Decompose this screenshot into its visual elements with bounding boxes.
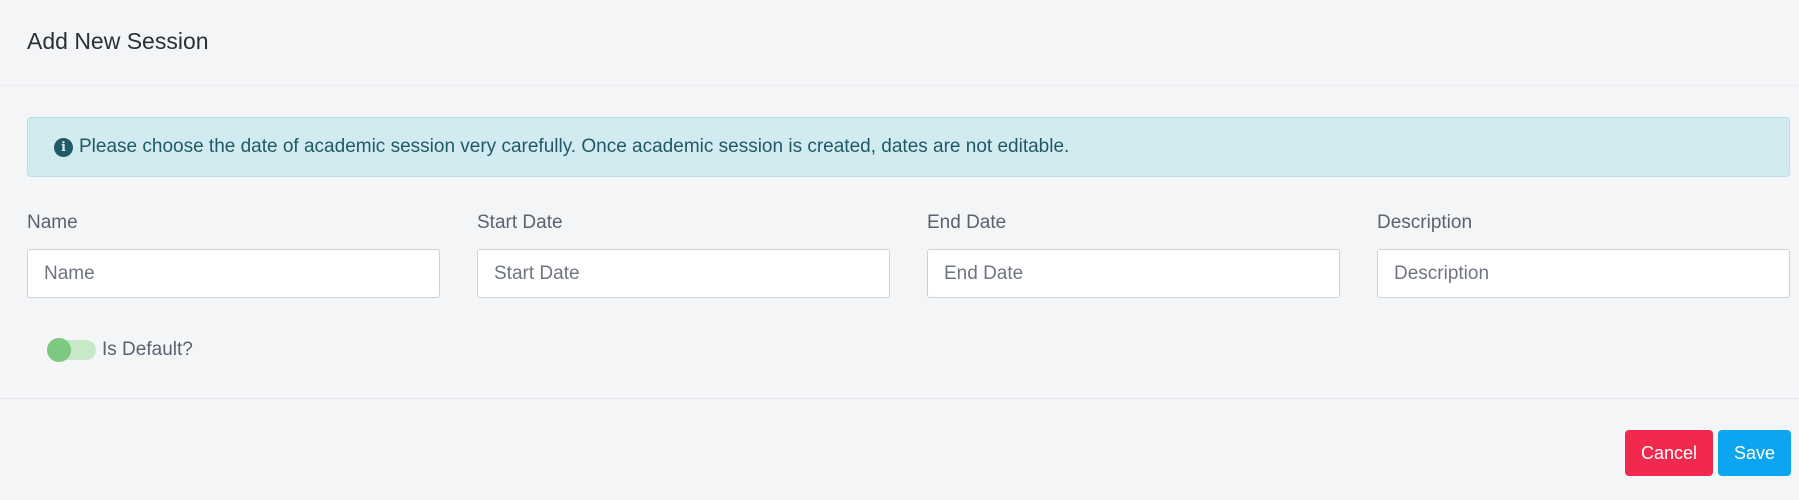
start-date-label: Start Date bbox=[477, 212, 563, 233]
cancel-button[interactable]: Cancel bbox=[1625, 430, 1713, 476]
name-field-group: Name bbox=[27, 212, 440, 298]
end-date-input[interactable] bbox=[927, 249, 1340, 298]
name-label: Name bbox=[27, 212, 78, 233]
page-title: Add New Session bbox=[27, 28, 209, 54]
end-date-label: End Date bbox=[927, 212, 1007, 233]
is-default-row: Is Default? bbox=[47, 335, 193, 365]
footer-divider bbox=[0, 398, 1799, 399]
modal-header: Add New Session bbox=[0, 0, 1799, 86]
save-button[interactable]: Save bbox=[1718, 430, 1791, 476]
description-field-group: Description bbox=[1377, 212, 1790, 298]
start-date-field-group: Start Date bbox=[477, 212, 890, 298]
is-default-toggle[interactable] bbox=[47, 338, 96, 362]
info-circle-icon: i bbox=[54, 137, 73, 157]
toggle-knob bbox=[47, 338, 71, 362]
start-date-input[interactable] bbox=[477, 249, 890, 298]
description-label: Description bbox=[1377, 212, 1473, 233]
end-date-field-group: End Date bbox=[927, 212, 1340, 298]
alert-text: Please choose the date of academic sessi… bbox=[79, 136, 1070, 157]
description-input[interactable] bbox=[1377, 249, 1790, 298]
info-alert: i Please choose the date of academic ses… bbox=[27, 117, 1790, 177]
is-default-label: Is Default? bbox=[102, 339, 193, 360]
name-input[interactable] bbox=[27, 249, 440, 298]
